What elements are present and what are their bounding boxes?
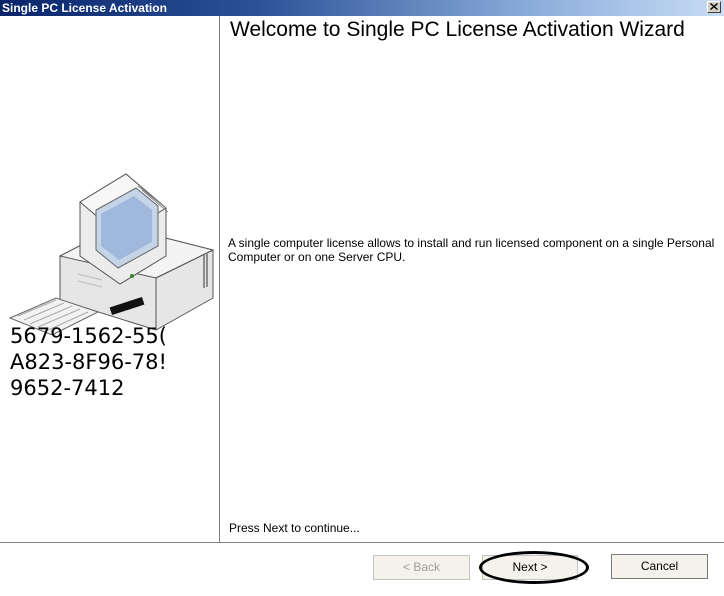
window-title: Single PC License Activation xyxy=(2,1,167,15)
title-bar[interactable]: Single PC License Activation xyxy=(0,0,724,16)
wizard-window: Single PC License Activation 5679-1562-5… xyxy=(0,0,724,596)
close-icon xyxy=(710,3,718,10)
close-button[interactable] xyxy=(707,1,721,13)
cancel-button[interactable]: Cancel xyxy=(611,554,708,579)
wizard-heading: Welcome to Single PC License Activation … xyxy=(230,18,685,41)
back-button[interactable]: < Back xyxy=(373,555,470,580)
wizard-description: A single computer license allows to inst… xyxy=(228,236,715,264)
computer-icon xyxy=(8,173,215,335)
license-code-line-3: 9652-7412 xyxy=(10,376,125,400)
license-code-line-2: A823-8F96-78! xyxy=(10,350,167,374)
next-button[interactable]: Next > xyxy=(482,555,578,580)
license-code-line-1: 5679-1562-55( xyxy=(10,324,167,348)
continue-hint: Press Next to continue... xyxy=(229,521,360,535)
license-code: 5679-1562-55( A823-8F96-78! 9652-7412 xyxy=(10,323,219,401)
footer-divider xyxy=(0,542,724,543)
panel-divider xyxy=(219,16,220,542)
